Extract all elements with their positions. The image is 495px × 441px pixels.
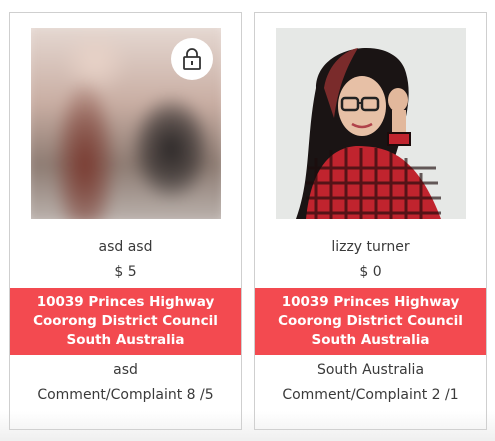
address-line-3: South Australia bbox=[66, 332, 185, 348]
address-line-2: Coorong District Council bbox=[278, 313, 463, 329]
address-banner: 10039 Princes Highway Coorong District C… bbox=[10, 288, 241, 355]
profile-price: $ 5 bbox=[114, 264, 137, 280]
listing-card[interactable]: lizzy turner $ 0 10039 Princes Highway C… bbox=[254, 12, 487, 430]
lock-icon bbox=[183, 48, 201, 70]
portrait-image bbox=[276, 28, 466, 219]
profile-name[interactable]: lizzy turner bbox=[255, 239, 486, 255]
comment-complaint-count[interactable]: Comment/Complaint 2 /1 bbox=[255, 387, 486, 403]
profile-extra: asd bbox=[113, 362, 138, 378]
address-line-3: South Australia bbox=[311, 332, 430, 348]
profile-photo-blurred[interactable] bbox=[31, 28, 221, 219]
comment-complaint-count[interactable]: Comment/Complaint 8 /5 bbox=[10, 387, 241, 403]
listing-grid: asd asd $ 5 10039 Princes Highway Cooron… bbox=[0, 0, 495, 441]
address-line-2: Coorong District Council bbox=[33, 313, 218, 329]
address-line-1: 10039 Princes Highway bbox=[281, 294, 460, 310]
address-line-1: 10039 Princes Highway bbox=[36, 294, 215, 310]
profile-price: $ 0 bbox=[359, 264, 382, 280]
lock-badge bbox=[171, 38, 213, 80]
profile-extra: South Australia bbox=[316, 362, 425, 378]
profile-name[interactable]: asd asd bbox=[10, 239, 241, 255]
address-banner: 10039 Princes Highway Coorong District C… bbox=[255, 288, 486, 355]
profile-photo[interactable] bbox=[276, 28, 466, 219]
listing-card[interactable]: asd asd $ 5 10039 Princes Highway Cooron… bbox=[9, 12, 242, 430]
